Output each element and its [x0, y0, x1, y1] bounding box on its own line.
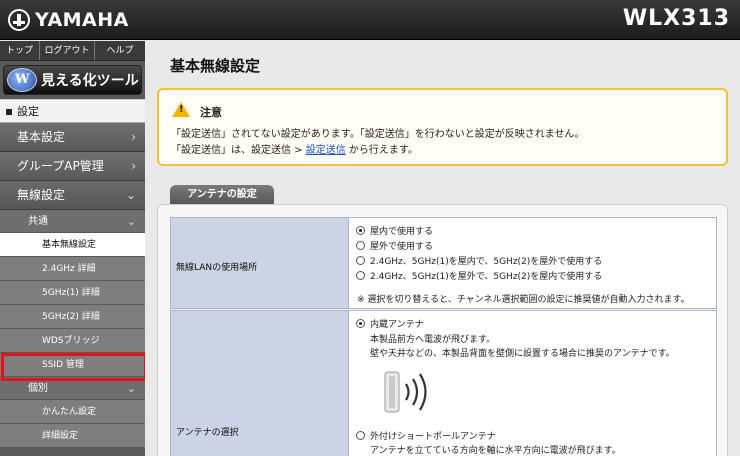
notice-instruction-text: 「設定送信」は、設定送信 >	[171, 145, 306, 156]
nav-item-detail-settings[interactable]: 詳細設定	[0, 424, 145, 448]
yamaha-logo[interactable]: YAMAHA	[8, 7, 129, 33]
external-antenna-desc: アンテナを立てている方向を軸に水平方向に電波が飛びます。	[370, 446, 621, 456]
nav-item-24ghz-detail[interactable]: 2.4GHz 詳細	[0, 257, 145, 281]
antenna-option-external[interactable]: 外付けショートポールアンテナ	[356, 429, 496, 442]
yamaha-emblem-icon	[8, 9, 30, 31]
nav-common-label: 共通	[28, 216, 48, 227]
settings-section-header: 設定	[0, 99, 145, 123]
sidebar: トップ ログアウト ヘルプ 見える化ツール 設定 基本設定 › グループAP管理…	[0, 41, 147, 456]
usage-option-indoor[interactable]: 屋内で使用する	[356, 224, 433, 237]
chevron-down-icon: ⌄	[126, 382, 136, 395]
nav-item-5ghz1-detail[interactable]: 5GHz(1) 詳細	[0, 281, 145, 305]
nav-group-ap-label: グループAP管理	[17, 159, 104, 173]
visualization-tool-button[interactable]: 見える化ツール	[3, 65, 142, 95]
nav-item-ssid-management[interactable]: SSID 管理	[0, 353, 145, 377]
nav-item-5ghz2-detail[interactable]: 5GHz(2) 詳細	[0, 305, 145, 329]
send-settings-link[interactable]: 設定送信	[306, 145, 346, 156]
notice-instruction: 「設定送信」は、設定送信 > 設定送信 から行えます。	[171, 141, 418, 156]
antenna-settings-tab: アンテナの設定	[170, 185, 274, 205]
main-content: 基本無線設定 注意 「設定送信」されてない設定があります。「設定送信」を行わない…	[145, 41, 740, 456]
app-header: YAMAHA WLX313	[0, 0, 740, 40]
antenna-option-internal[interactable]: 内蔵アンテナ	[356, 317, 424, 330]
nav-common-group[interactable]: 共通 ⌄	[0, 210, 145, 233]
antenna-selection-label-cell: アンテナの選択	[170, 310, 349, 456]
square-bullet-icon	[6, 109, 12, 115]
antenna-selection-label: アンテナの選択	[176, 428, 239, 438]
radio-icon[interactable]	[356, 241, 365, 250]
chevron-down-icon: ⌄	[126, 215, 136, 228]
nav-basic-settings[interactable]: 基本設定 ›	[0, 123, 145, 152]
logout-link[interactable]: ログアウト	[40, 41, 95, 60]
usage-option-mixed-1[interactable]: 2.4GHz、5GHz(1)を屋内で、5GHz(2)を屋外で使用する	[356, 254, 602, 267]
visualization-tool-icon	[7, 68, 37, 92]
visualization-tool-label: 見える化ツール	[41, 73, 139, 89]
nav-individual-label: 個別	[28, 383, 48, 394]
radio-icon[interactable]	[356, 256, 365, 265]
internal-antenna-desc: 本製品前方へ電波が飛びます。	[370, 335, 496, 345]
radio-icon[interactable]	[356, 431, 365, 440]
usage-location-label-cell: 無線LANの使用場所	[170, 217, 349, 309]
nav-individual-group[interactable]: 個別 ⌄	[0, 377, 145, 400]
radio-checked-icon[interactable]	[356, 319, 365, 328]
internal-antenna-illustration-icon	[384, 371, 427, 413]
antenna-option-label: 内蔵アンテナ	[370, 320, 424, 330]
notice-box: 注意 「設定送信」されてない設定があります。「設定送信」を行わないと設定が反映さ…	[157, 88, 728, 166]
usage-option-mixed-2[interactable]: 2.4GHz、5GHz(1)を屋外で、5GHz(2)を屋内で使用する	[356, 269, 602, 282]
usage-option-label: 屋外で使用する	[370, 242, 434, 252]
antenna-option-label: 外付けショートポールアンテナ	[370, 432, 496, 442]
top-links: トップ ログアウト ヘルプ	[0, 41, 145, 61]
antenna-selection-options: 内蔵アンテナ 本製品前方へ電波が飛びます。 壁や天井などの、本製品背面を壁側に設…	[349, 310, 717, 456]
nav-item-basic-wireless[interactable]: 基本無線設定	[0, 233, 145, 257]
notice-message: 「設定送信」されてない設定があります。「設定送信」を行わないと設定が反映されませ…	[171, 129, 585, 140]
settings-section-label: 設定	[17, 105, 39, 118]
usage-hint: ※ 選択を切り替えると、チャンネル選択範囲の設定に推奨値が自動入力されます。	[357, 295, 690, 305]
model-name: WLX313	[622, 6, 730, 31]
usage-option-label: 屋内で使用する	[370, 227, 434, 237]
chevron-right-icon: ›	[131, 159, 136, 173]
page-title: 基本無線設定	[170, 57, 261, 75]
nav-item-easy-setup[interactable]: かんたん設定	[0, 400, 145, 424]
radio-checked-icon[interactable]	[356, 226, 365, 235]
usage-location-label: 無線LANの使用場所	[176, 263, 258, 273]
nav-basic-settings-label: 基本設定	[17, 130, 66, 144]
warning-icon	[172, 102, 190, 117]
help-link[interactable]: ヘルプ	[95, 41, 145, 60]
internal-antenna-recommend: 壁や天井などの、本製品背面を壁側に設置する場合に推奨のアンテナです。	[370, 349, 675, 359]
notice-instruction-suffix: から行えます。	[345, 145, 418, 156]
usage-location-row: 無線LANの使用場所 屋内で使用する 屋外で使用する 2.4GHz、5GHz(1…	[170, 217, 717, 309]
usage-option-outdoor[interactable]: 屋外で使用する	[356, 239, 433, 252]
usage-location-options: 屋内で使用する 屋外で使用する 2.4GHz、5GHz(1)を屋内で、5GHz(…	[349, 217, 717, 309]
brand-name: YAMAHA	[35, 9, 129, 31]
nav-wireless-settings-label: 無線設定	[17, 188, 66, 202]
radio-icon[interactable]	[356, 271, 365, 280]
notice-title: 注意	[200, 106, 222, 119]
top-link[interactable]: トップ	[0, 41, 40, 60]
nav-group-ap[interactable]: グループAP管理 ›	[0, 152, 145, 181]
usage-option-label: 2.4GHz、5GHz(1)を屋外で、5GHz(2)を屋内で使用する	[370, 272, 603, 282]
chevron-down-icon: ⌄	[125, 188, 136, 202]
chevron-right-icon: ›	[131, 130, 136, 144]
antenna-selection-row: アンテナの選択 内蔵アンテナ 本製品前方へ電波が飛びます。 壁や天井などの、本製…	[170, 310, 717, 456]
nav-item-wds-bridge[interactable]: WDSブリッジ	[0, 329, 145, 353]
usage-option-label: 2.4GHz、5GHz(1)を屋内で、5GHz(2)を屋外で使用する	[370, 257, 603, 267]
nav-wireless-settings[interactable]: 無線設定 ⌄	[0, 181, 145, 210]
antenna-settings-panel: 無線LANの使用場所 屋内で使用する 屋外で使用する 2.4GHz、5GHz(1…	[157, 204, 728, 456]
